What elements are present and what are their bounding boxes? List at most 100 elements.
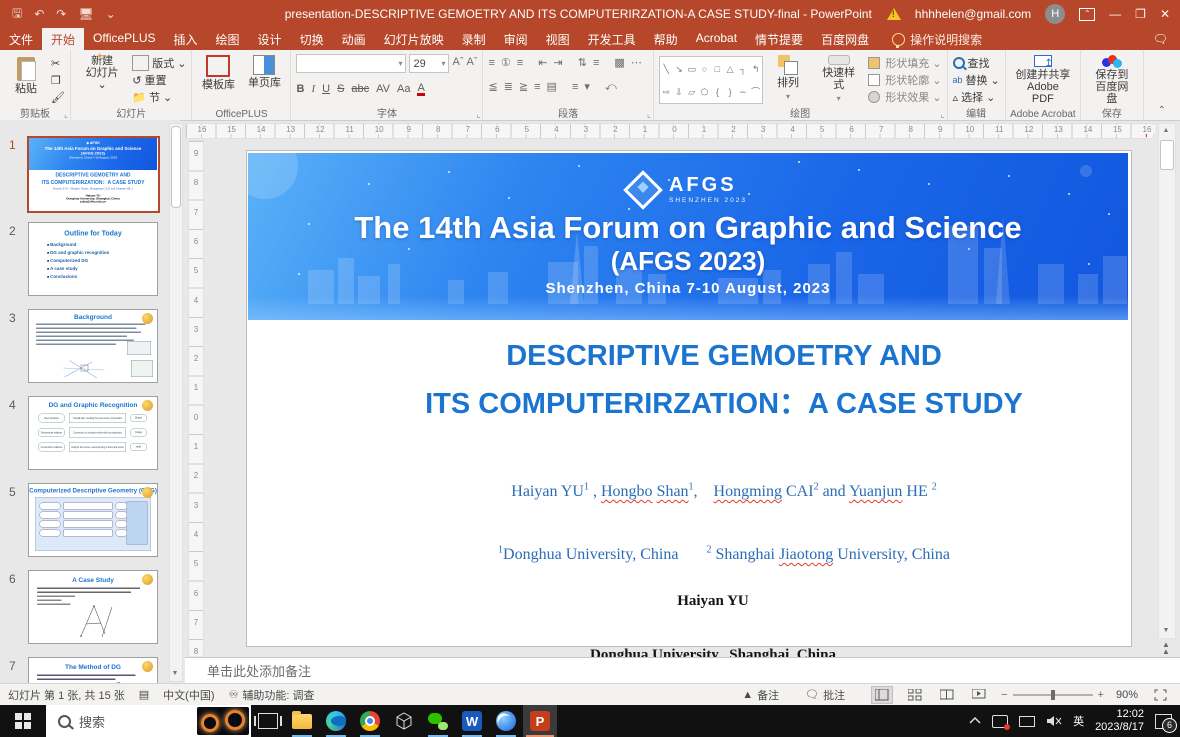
shape-glyph-icon[interactable]: ⬠ xyxy=(701,87,709,97)
shape-glyph-icon[interactable]: { xyxy=(716,87,719,97)
reading-view-button[interactable] xyxy=(937,687,957,703)
collapse-ribbon-icon[interactable]: ⌃ xyxy=(1144,105,1180,120)
paragraph-row2-icons[interactable]: ≦≣≧≡▤ ≡▾ ⤺ xyxy=(488,80,647,94)
recording-tray-icon[interactable] xyxy=(992,715,1008,728)
start-slideshow-icon[interactable]: 🖥 xyxy=(78,7,93,21)
font-name-combo[interactable]: ▾ xyxy=(296,54,406,73)
scroll-down-icon[interactable]: ▼ xyxy=(1159,624,1173,638)
tab-百度网盘[interactable]: 百度网盘 xyxy=(812,28,878,50)
shapes-gallery[interactable]: ╲↘▭○□△┐↰⇨⇩▱⬠{}∼⌒ xyxy=(659,56,763,104)
shape-glyph-icon[interactable]: ┐ xyxy=(740,64,746,74)
tab-OfficePLUS[interactable]: OfficePLUS xyxy=(84,28,164,50)
shape-glyph-icon[interactable]: ⌒ xyxy=(751,87,760,97)
ime-indicator[interactable]: 英 xyxy=(1073,713,1084,729)
warning-icon[interactable] xyxy=(887,8,901,20)
conference-banner-image[interactable]: AFGS SHENZHEN 2023 The 14th Asia Forum o… xyxy=(248,153,1128,320)
zoom-percentage[interactable]: 90% xyxy=(1116,689,1138,701)
tab-设计[interactable]: 设计 xyxy=(249,28,291,50)
search-promo-image[interactable] xyxy=(197,707,249,735)
shape-glyph-icon[interactable]: ╲ xyxy=(664,64,669,74)
create-share-pdf-button[interactable]: 创建并共享Adobe PDF xyxy=(1011,53,1075,107)
notes-toggle-button[interactable]: ▲备注 xyxy=(742,687,779,703)
shrink-font-icon[interactable]: Aˇ xyxy=(466,56,477,73)
fit-to-window-icon[interactable] xyxy=(1150,687,1170,703)
font-format-A[interactable]: A xyxy=(417,83,424,96)
save-to-baidu-button[interactable]: 保存到百度网盘 xyxy=(1086,53,1138,107)
shape-glyph-icon[interactable]: ↘ xyxy=(675,64,683,74)
tab-审阅[interactable]: 审阅 xyxy=(495,28,537,50)
slide-thumbnail-6[interactable]: A Case Study xyxy=(28,570,158,644)
shape-glyph-icon[interactable]: ▱ xyxy=(688,87,695,97)
customize-qat-icon[interactable]: ⌄ xyxy=(106,7,116,21)
tab-绘图[interactable]: 绘图 xyxy=(207,28,249,50)
word-app[interactable]: W xyxy=(455,705,489,737)
normal-view-button[interactable] xyxy=(871,686,893,704)
section-button[interactable]: 📁节 ⌄ xyxy=(132,89,186,105)
account-email[interactable]: hhhhelen@gmail.com xyxy=(915,7,1031,21)
slide-canvas[interactable]: AFGS SHENZHEN 2023 The 14th Asia Forum o… xyxy=(246,150,1132,647)
font-size-combo[interactable]: 29▾ xyxy=(409,54,449,73)
shape-glyph-icon[interactable]: ∼ xyxy=(739,87,747,97)
tab-视图[interactable]: 视图 xyxy=(537,28,579,50)
clipboard-dialog-launcher[interactable]: ⌞ xyxy=(64,110,68,119)
font-format-U[interactable]: U xyxy=(322,83,330,95)
slideshow-view-button[interactable] xyxy=(969,687,989,703)
font-format-S[interactable]: S xyxy=(337,83,344,95)
slide-sorter-view-button[interactable] xyxy=(905,687,925,703)
swirl-app[interactable] xyxy=(489,705,523,737)
close-button[interactable]: ✕ xyxy=(1160,7,1170,21)
tray-chevron-icon[interactable] xyxy=(969,717,981,725)
find-button[interactable]: 查找 xyxy=(953,55,1000,71)
layout-button[interactable]: 版式 ⌄ xyxy=(132,55,186,71)
shape-outline-button[interactable]: 形状轮廓 ⌄ xyxy=(868,72,941,88)
tab-录制[interactable]: 录制 xyxy=(453,28,495,50)
format-painter-button[interactable]: 🖌 xyxy=(51,89,65,105)
drawing-dialog-launcher[interactable]: ⌞ xyxy=(941,110,945,119)
arrange-button[interactable]: 排列▾ xyxy=(767,53,809,107)
undo-icon[interactable]: ↶ xyxy=(34,7,44,21)
tab-切换[interactable]: 切换 xyxy=(291,28,333,50)
font-format-B[interactable]: B xyxy=(296,83,304,95)
cut-button[interactable]: ✂ xyxy=(51,55,65,71)
font-format-abc[interactable]: abc xyxy=(351,83,369,95)
clock[interactable]: 12:02 2023/8/17 xyxy=(1095,708,1144,734)
tab-Acrobat[interactable]: Acrobat xyxy=(687,28,746,50)
reset-button[interactable]: ↺重置 xyxy=(132,72,186,88)
task-view-button[interactable] xyxy=(251,705,285,737)
font-format-I[interactable]: I xyxy=(311,83,315,95)
thumbnail-scroll-down-icon[interactable]: ▼ xyxy=(170,667,180,680)
ribbon-display-options-icon[interactable]: ⌃ xyxy=(1079,8,1095,21)
redo-icon[interactable]: ↷ xyxy=(56,7,66,21)
shape-glyph-icon[interactable]: ⇩ xyxy=(675,87,683,97)
shape-glyph-icon[interactable]: △ xyxy=(727,64,734,74)
comments-toggle-button[interactable]: 🗨批注 xyxy=(805,687,845,703)
grow-font-icon[interactable]: Aˆ xyxy=(452,56,463,73)
template-library-button[interactable]: 模板库 xyxy=(197,53,239,107)
paste-button[interactable]: 粘贴 xyxy=(5,53,47,107)
taskbar-search-input[interactable]: 搜索 xyxy=(46,705,251,737)
slide-thumbnail-1[interactable]: ◆ AFGSThe 14th Asia Forum on Graphic and… xyxy=(27,136,160,213)
start-button[interactable] xyxy=(0,705,46,737)
previous-slide-button[interactable]: ▲▲ xyxy=(1158,641,1174,655)
zoom-handle[interactable] xyxy=(1051,690,1055,700)
single-page-library-button[interactable]: 单页库 xyxy=(243,53,285,107)
file-explorer-app[interactable] xyxy=(285,705,319,737)
language-indicator[interactable]: 中文(中国) xyxy=(163,687,214,703)
tell-me-search[interactable]: 操作说明搜索 xyxy=(878,28,982,50)
action-center-icon[interactable]: 6 xyxy=(1155,714,1172,729)
tab-帮助[interactable]: 帮助 xyxy=(645,28,687,50)
shape-glyph-icon[interactable]: ↰ xyxy=(752,64,760,74)
minimize-button[interactable]: — xyxy=(1109,7,1121,21)
select-button[interactable]: ▵选择 ⌄ xyxy=(953,89,1000,105)
slide-scrollbar[interactable]: ▲ ▼ xyxy=(1158,123,1176,639)
scrollbar-thumb[interactable] xyxy=(1160,140,1174,170)
shape-glyph-icon[interactable]: ▭ xyxy=(688,64,697,74)
shape-glyph-icon[interactable]: ○ xyxy=(702,64,707,74)
paragraph-row1-icons[interactable]: ≡①≡ ⇤⇥ ⇅≡ ▩⋯ xyxy=(488,56,647,69)
tab-文件[interactable]: 文件 xyxy=(0,28,42,50)
tab-动画[interactable]: 动画 xyxy=(333,28,375,50)
chrome-app[interactable] xyxy=(353,705,387,737)
muted-speaker-icon[interactable] xyxy=(1046,715,1062,727)
font-format-Aa[interactable]: Aa xyxy=(397,83,410,95)
edge-app[interactable] xyxy=(319,705,353,737)
